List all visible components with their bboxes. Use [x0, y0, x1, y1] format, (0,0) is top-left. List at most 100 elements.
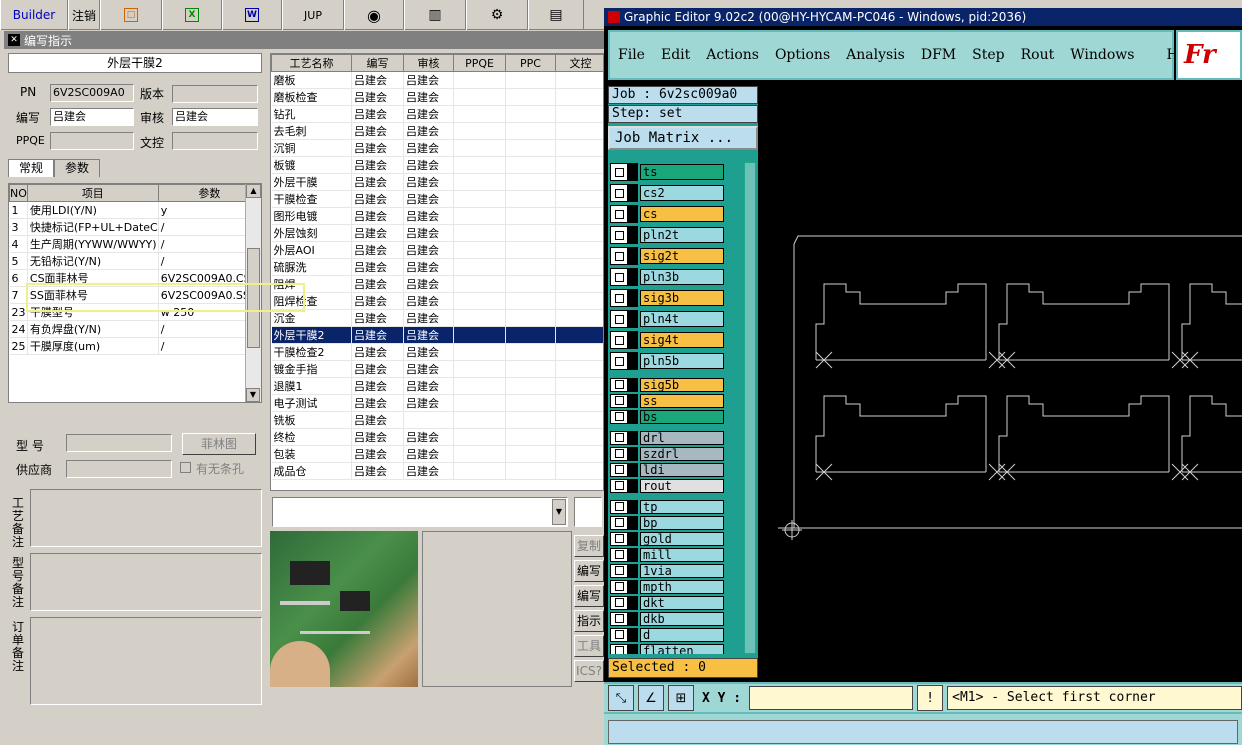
layer-row[interactable]: pln5b — [610, 351, 730, 371]
layer-name[interactable]: pln3b — [640, 269, 724, 285]
layer-name[interactable]: cs — [640, 206, 724, 222]
layer-row[interactable]: bs — [610, 409, 730, 424]
layer-name[interactable]: cs2 — [640, 185, 724, 201]
info-button[interactable]: ! — [917, 685, 944, 711]
model-note-field[interactable] — [30, 553, 262, 611]
layer-name[interactable]: rout — [640, 478, 724, 493]
layer-checkbox[interactable] — [610, 377, 628, 392]
layer-row[interactable]: sig5b — [610, 377, 730, 392]
layer-row[interactable]: bp — [610, 515, 730, 530]
review-field[interactable]: 吕建会 — [172, 108, 258, 126]
layer-checkbox[interactable] — [610, 163, 628, 181]
process-row[interactable]: 外层AOI 吕建会 吕建会 — [271, 241, 603, 259]
process-col-header[interactable]: 文控 — [555, 54, 603, 72]
layer-checkbox[interactable] — [610, 515, 628, 530]
process-note-field[interactable] — [30, 489, 262, 547]
ppqe-field[interactable] — [50, 132, 134, 150]
process-row[interactable]: 磨板检查 吕建会 吕建会 — [271, 88, 603, 106]
process-col-header[interactable]: 编写 — [351, 54, 404, 72]
layer-checkbox[interactable] — [610, 563, 628, 578]
layer-checkbox[interactable] — [610, 331, 628, 349]
menu-analysis[interactable]: Analysis — [846, 47, 905, 63]
menu-step[interactable]: Step — [972, 47, 1004, 63]
process-row[interactable]: 钻孔 吕建会 吕建会 — [271, 105, 603, 123]
process-col-header[interactable]: PPC — [505, 54, 556, 72]
layer-row[interactable]: sig4t — [610, 330, 730, 350]
menu-options[interactable]: Options — [775, 47, 830, 63]
side-button[interactable]: 复制 — [574, 535, 604, 557]
layer-checkbox[interactable] — [610, 547, 628, 562]
layer-row[interactable]: pln2t — [610, 225, 730, 245]
layer-checkbox[interactable] — [610, 352, 628, 370]
layer-name[interactable]: pln2t — [640, 227, 724, 243]
layer-name[interactable]: dkb — [640, 611, 724, 626]
xy-input[interactable] — [749, 686, 914, 710]
layer-row[interactable]: dkt — [610, 595, 730, 610]
process-row[interactable]: 镀金手指 吕建会 吕建会 — [271, 360, 603, 378]
side-button[interactable]: 指示 — [574, 610, 604, 632]
process-row[interactable]: 外层干膜 吕建会 吕建会 — [271, 173, 603, 191]
order-note-field[interactable] — [30, 617, 262, 705]
layer-checkbox[interactable] — [610, 579, 628, 594]
layer-row[interactable]: ts — [610, 162, 730, 182]
layer-checkbox[interactable] — [610, 268, 628, 286]
tab-params[interactable]: 参数 — [54, 159, 101, 177]
process-row[interactable]: 外层干膜2 吕建会 吕建会 — [271, 326, 603, 344]
process-row[interactable]: 终检 吕建会 吕建会 — [271, 428, 603, 446]
layer-row[interactable]: d — [610, 627, 730, 642]
layer-checkbox[interactable] — [610, 247, 628, 265]
layer-name[interactable]: tp — [640, 499, 724, 514]
builder-button[interactable]: Builder — [0, 0, 68, 30]
side-button[interactable]: ICS? — [574, 660, 604, 682]
chevron-down-icon[interactable]: ▼ — [552, 499, 566, 525]
menu-edit[interactable]: Edit — [661, 47, 690, 63]
layer-checkbox[interactable] — [610, 499, 628, 514]
layer-name[interactable]: pln4t — [640, 311, 724, 327]
layer-name[interactable]: ss — [640, 393, 724, 408]
layer-row[interactable]: pln3b — [610, 267, 730, 287]
process-row[interactable]: 铣板 吕建会 — [271, 411, 603, 429]
layer-checkbox[interactable] — [610, 595, 628, 610]
writer-field[interactable]: 吕建会 — [50, 108, 134, 126]
process-dropdown[interactable]: ▼ — [272, 497, 568, 527]
layer-row[interactable]: tp — [610, 499, 730, 514]
process-row[interactable]: 图形电镀 吕建会 吕建会 — [271, 207, 603, 225]
layer-checkbox[interactable] — [610, 289, 628, 307]
layer-name[interactable]: bp — [640, 515, 724, 530]
process-row[interactable]: 阻焊检查 吕建会 吕建会 — [271, 292, 603, 310]
film-image-button[interactable]: 菲林图 — [182, 433, 256, 455]
layer-name[interactable]: sig2t — [640, 248, 724, 264]
layer-row[interactable]: rout — [610, 478, 730, 493]
tab-general[interactable]: 常规 — [8, 159, 55, 177]
layer-name[interactable]: sig5b — [640, 377, 724, 392]
jup-button[interactable]: JUP — [282, 0, 344, 30]
param-row[interactable]: 4 生产周期(YYWW/WWYY) / — [9, 235, 261, 253]
toolbar-button-db[interactable]: ▥ — [404, 0, 466, 30]
process-row[interactable]: 外层蚀刻 吕建会 吕建会 — [271, 224, 603, 242]
toolbar-button-word[interactable]: W — [222, 0, 282, 30]
zoom-window-button[interactable]: ⤡ — [608, 685, 634, 711]
side-input[interactable] — [574, 497, 602, 527]
menu-windows[interactable]: Windows — [1070, 47, 1134, 63]
layer-name[interactable]: mpth — [640, 579, 724, 594]
layer-row[interactable]: szdrl — [610, 446, 730, 461]
supplier-field[interactable] — [66, 460, 172, 478]
layer-checkbox[interactable] — [610, 430, 628, 445]
toolbar-button-excel[interactable]: X — [162, 0, 222, 30]
process-row[interactable]: 成品仓 吕建会 吕建会 — [271, 462, 603, 480]
toolbar-button-net[interactable]: ⚙ — [466, 0, 528, 30]
side-button[interactable]: 编写 — [574, 560, 604, 582]
layer-checkbox[interactable] — [610, 478, 628, 493]
command-input[interactable] — [608, 720, 1238, 744]
layer-row[interactable]: cs2 — [610, 183, 730, 203]
param-row[interactable]: 3 快捷标记(FP+UL+DateC / — [9, 218, 261, 236]
layer-checkbox[interactable] — [610, 627, 628, 642]
layer-name[interactable]: gold — [640, 531, 724, 546]
side-button[interactable]: 工具 — [574, 635, 604, 657]
pn-field[interactable]: 6V2SC009A0 — [50, 84, 134, 102]
layer-checkbox[interactable] — [610, 643, 628, 654]
process-row[interactable]: 干膜检查2 吕建会 吕建会 — [271, 343, 603, 361]
layer-row[interactable]: drl — [610, 430, 730, 445]
layer-row[interactable]: dkb — [610, 611, 730, 626]
grid-button[interactable]: ⊞ — [668, 685, 694, 711]
